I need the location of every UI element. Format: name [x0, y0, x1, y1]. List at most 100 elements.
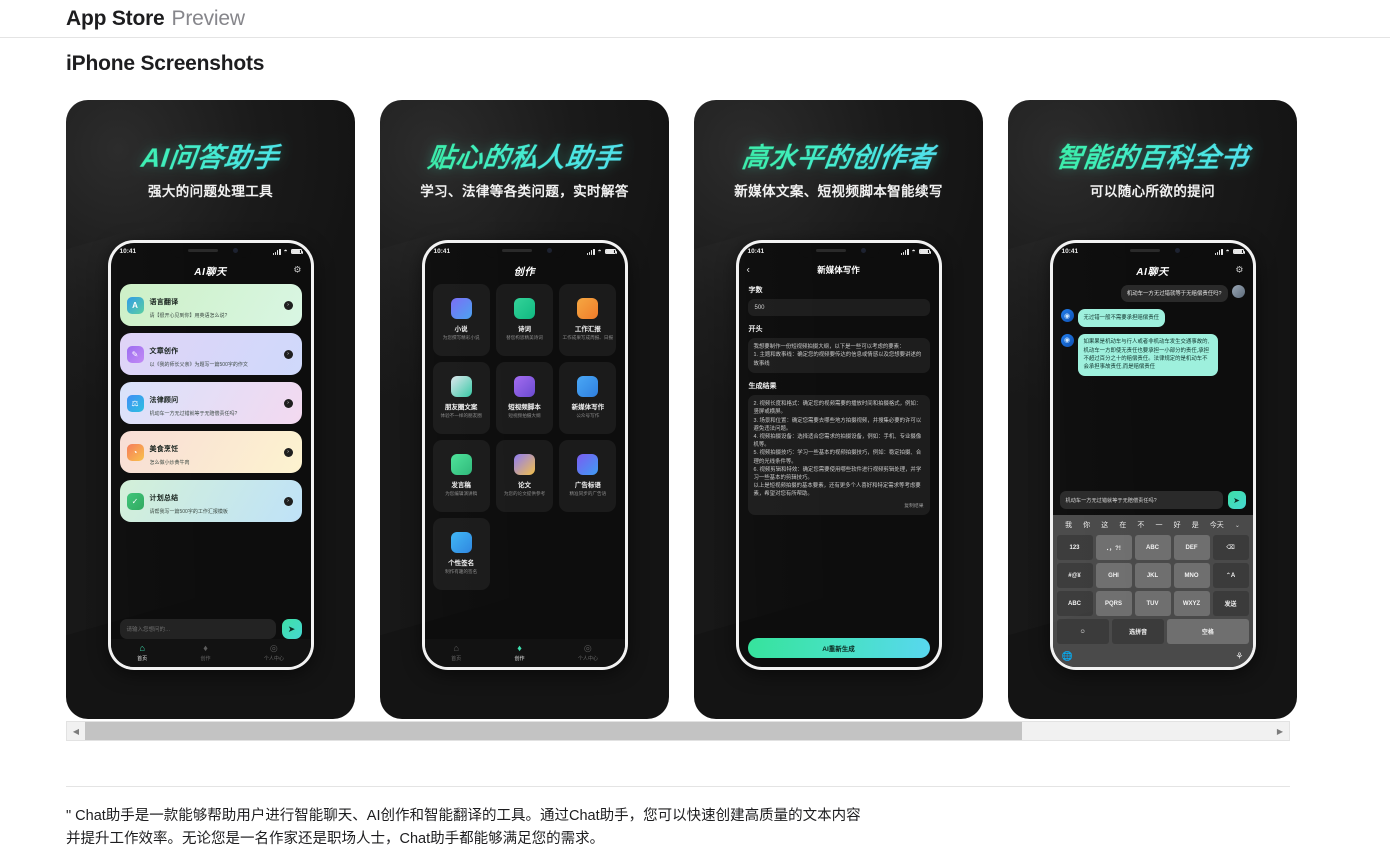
- grid-item[interactable]: 朋友圈文案 体验不一样的朋友圈: [432, 362, 490, 434]
- backspace-icon[interactable]: ⌫: [1212, 535, 1249, 560]
- arrow-right-icon[interactable]: ›: [283, 398, 293, 408]
- suggestion[interactable]: 好: [1174, 520, 1181, 530]
- grid-item-title: 发言稿: [451, 482, 471, 490]
- key-rows[interactable]: 123 ．，?! ABC DEF ⌫ #@¥ GHI JKL MNO ⌃A AB…: [1056, 535, 1250, 647]
- suggestion-row[interactable]: 我 你 这 在 不 一 好 是 今天 ⌄: [1056, 515, 1250, 535]
- tab-create[interactable]: ♦ 创作: [514, 644, 524, 662]
- screenshot-1[interactable]: AI问答助手 强大的问题处理工具 10:41 ◓ AI聊天 ⚙ A 语言翻译 请…: [66, 100, 355, 719]
- grid-item[interactable]: 个性签名 制作有趣的签名: [432, 518, 490, 590]
- key-row[interactable]: 123 ．，?! ABC DEF ⌫: [1056, 535, 1249, 560]
- chat-input-field[interactable]: 机动车一方无过错就等于无赔偿责任吗?: [1059, 491, 1223, 509]
- screenshots-strip[interactable]: AI问答助手 强大的问题处理工具 10:41 ◓ AI聊天 ⚙ A 语言翻译 请…: [66, 100, 1297, 719]
- message-composer[interactable]: 请输入您想问的… ➤: [111, 619, 311, 639]
- screenshot-3[interactable]: 高水平的创作者 新媒体文案、短视频脚本智能续写 10:41 ◓ ‹ 新媒体写作 …: [694, 100, 983, 719]
- globe-icon[interactable]: 🌐: [1062, 651, 1073, 662]
- signal-icon: [1214, 248, 1223, 255]
- copy-result-button[interactable]: 复制结果: [754, 503, 923, 510]
- grid-item[interactable]: 小说 为您撰写精彩小说: [432, 284, 490, 356]
- key-row[interactable]: ABC PQRS TUV WXYZ 发送: [1056, 591, 1249, 616]
- scrollbar-track[interactable]: [85, 722, 1271, 740]
- scroll-right-arrow-icon[interactable]: ▶: [1271, 722, 1289, 740]
- key-send[interactable]: 发送: [1212, 591, 1249, 616]
- grid-item[interactable]: 短视频脚本 短视频拍摄大纲: [495, 362, 554, 434]
- battery-icon: [1232, 248, 1245, 255]
- feature-card[interactable]: ⚖ 法律顾问 机动车一方无过错就等于无赔偿责任吗? ›: [119, 382, 302, 424]
- suggestion[interactable]: 在: [1119, 520, 1126, 530]
- grid-item[interactable]: 诗词 替您构思精美诗词: [495, 284, 554, 356]
- key-tuv[interactable]: TUV: [1134, 591, 1171, 616]
- message-input[interactable]: 请输入您想问的…: [119, 619, 276, 639]
- grid-item[interactable]: 论文 为您的论文提供参考: [495, 440, 554, 512]
- keyboard-bottom-bar[interactable]: 🌐 ⚘: [1056, 647, 1250, 665]
- screenshot-4[interactable]: 智能的百科全书 可以随心所欲的提问 10:41 ◓ AI聊天 ⚙ 机动车一方无过…: [1008, 100, 1297, 719]
- grid-item-sub: 为您撰写精彩小说: [442, 335, 480, 341]
- key-row[interactable]: ☺ 选拼音 空格: [1056, 619, 1249, 644]
- grid-item[interactable]: 广告标语 精准同步的广告语: [559, 440, 617, 512]
- suggestion[interactable]: 今天: [1210, 520, 1224, 530]
- screenshot-2[interactable]: 贴心的私人助手 学习、法律等各类问题，实时解答 10:41 ◓ 创作 小说 为您…: [380, 100, 669, 719]
- tab-home[interactable]: ⌂ 首页: [451, 644, 461, 662]
- suggestion[interactable]: 这: [1101, 520, 1108, 530]
- tab-profile[interactable]: ◎ 个人中心: [264, 644, 284, 662]
- send-icon[interactable]: ➤: [1227, 491, 1246, 509]
- scrollbar-thumb[interactable]: [85, 722, 1022, 740]
- tab-home[interactable]: ⌂ 首页: [137, 644, 147, 662]
- grid-item-title: 广告标语: [574, 482, 601, 490]
- horizontal-scrollbar[interactable]: ◀ ▶: [66, 721, 1290, 741]
- key-row[interactable]: #@¥ GHI JKL MNO ⌃A: [1056, 563, 1249, 588]
- feature-card[interactable]: ✓ 计划总结 请帮我写一篇500字的工作汇报模板 ›: [119, 480, 302, 522]
- moments-icon: [450, 376, 472, 398]
- tab-create[interactable]: ♦ 创作: [200, 644, 210, 662]
- chat-composer[interactable]: 机动车一方无过错就等于无赔偿责任吗? ➤: [1053, 491, 1253, 509]
- word-count-label: 字数: [748, 287, 763, 294]
- suggestion[interactable]: 一: [1156, 520, 1163, 530]
- key-pqrs[interactable]: PQRS: [1095, 591, 1132, 616]
- feature-card[interactable]: ✎ 文章创作 以《我的师长父亲》为题写一篇500字的作文 ›: [119, 333, 302, 375]
- word-count-input[interactable]: 500: [747, 299, 930, 316]
- tab-bar[interactable]: ⌂ 首页 ♦ 创作 ◎ 个人中心: [110, 639, 311, 667]
- grid-item[interactable]: 发言稿 为您编辑演讲稿: [432, 440, 490, 512]
- key-punct[interactable]: ．，?!: [1095, 535, 1132, 560]
- gear-icon[interactable]: ⚙: [1235, 265, 1243, 276]
- key-jkl[interactable]: JKL: [1134, 563, 1171, 588]
- key-pinyin[interactable]: 选拼音: [1111, 619, 1165, 644]
- feature-card[interactable]: A 语言翻译 请【很开心见到你】用英语怎么说? ›: [119, 284, 302, 326]
- grid-item-sub: 短视频拍摄大纲: [508, 413, 541, 419]
- regenerate-button[interactable]: AI重新生成: [747, 638, 930, 658]
- grid-item[interactable]: 新媒体写作 公众号写作: [559, 362, 617, 434]
- tab-bar[interactable]: ⌂ 首页 ♦ 创作 ◎ 个人中心: [424, 639, 625, 667]
- key-shift[interactable]: ⌃A: [1212, 563, 1249, 588]
- tab-profile[interactable]: ◎ 个人中心: [578, 644, 598, 662]
- grid-item[interactable]: 工作汇报 工作成果写成周报、日报: [559, 284, 617, 356]
- arrow-right-icon[interactable]: ›: [283, 496, 293, 506]
- status-time: 10:41: [433, 248, 451, 255]
- emoji-icon[interactable]: ☺: [1056, 619, 1109, 644]
- arrow-right-icon[interactable]: ›: [283, 300, 293, 310]
- arrow-right-icon[interactable]: ›: [283, 447, 293, 457]
- onscreen-keyboard[interactable]: 我 你 这 在 不 一 好 是 今天 ⌄ 123 ．，?! ABC DEF ⌫ …: [1052, 515, 1253, 667]
- home-icon: ⌂: [139, 643, 145, 654]
- chevron-down-icon[interactable]: ⌄: [1235, 522, 1240, 529]
- scroll-left-arrow-icon[interactable]: ◀: [67, 722, 85, 740]
- feature-card[interactable]: ◔ 美食烹饪 怎么做小炒黄牛肉 ›: [119, 431, 302, 473]
- feature-card-sub: 请帮我写一篇500字的工作汇报模板: [149, 508, 228, 515]
- gear-icon[interactable]: ⚙: [293, 265, 301, 276]
- mic-icon[interactable]: ⚘: [1235, 651, 1243, 662]
- key-def[interactable]: DEF: [1173, 535, 1210, 560]
- key-abc-mode[interactable]: ABC: [1056, 591, 1093, 616]
- intro-text[interactable]: 我想要制作一份短视频拍摄大纲，以下是一些可以考虑的要素： 1. 主题和故事线：确…: [747, 338, 930, 374]
- key-mno[interactable]: MNO: [1173, 563, 1210, 588]
- key-wxyz[interactable]: WXYZ: [1173, 591, 1210, 616]
- suggestion[interactable]: 不: [1137, 520, 1144, 530]
- back-icon[interactable]: ‹: [747, 265, 750, 276]
- suggestion[interactable]: 是: [1192, 520, 1199, 530]
- suggestion[interactable]: 你: [1083, 520, 1090, 530]
- send-icon[interactable]: ➤: [281, 619, 302, 639]
- key-symbols[interactable]: #@¥: [1056, 563, 1093, 588]
- key-123[interactable]: 123: [1056, 535, 1093, 560]
- key-ghi[interactable]: GHI: [1095, 563, 1132, 588]
- key-abc[interactable]: ABC: [1134, 535, 1171, 560]
- key-space[interactable]: 空格: [1167, 619, 1249, 644]
- arrow-right-icon[interactable]: ›: [283, 349, 293, 359]
- suggestion[interactable]: 我: [1065, 520, 1072, 530]
